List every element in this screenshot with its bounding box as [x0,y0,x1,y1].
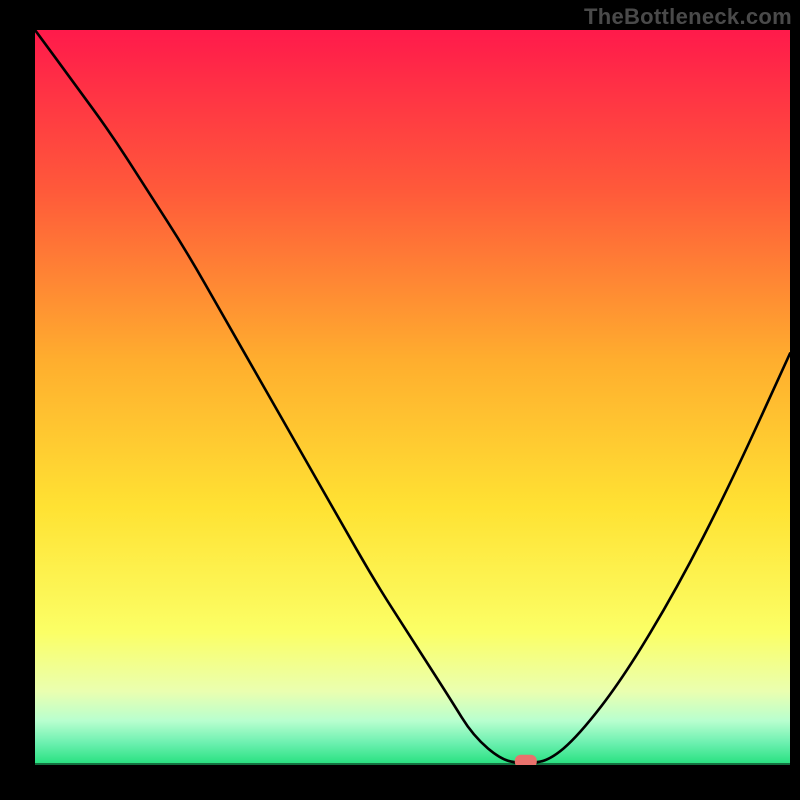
watermark-label: TheBottleneck.com [584,4,792,30]
chart-frame: TheBottleneck.com [0,0,800,800]
plot-area [35,30,790,765]
chart-svg [35,30,790,765]
gradient-background [35,30,790,765]
marker-dot [515,755,537,765]
